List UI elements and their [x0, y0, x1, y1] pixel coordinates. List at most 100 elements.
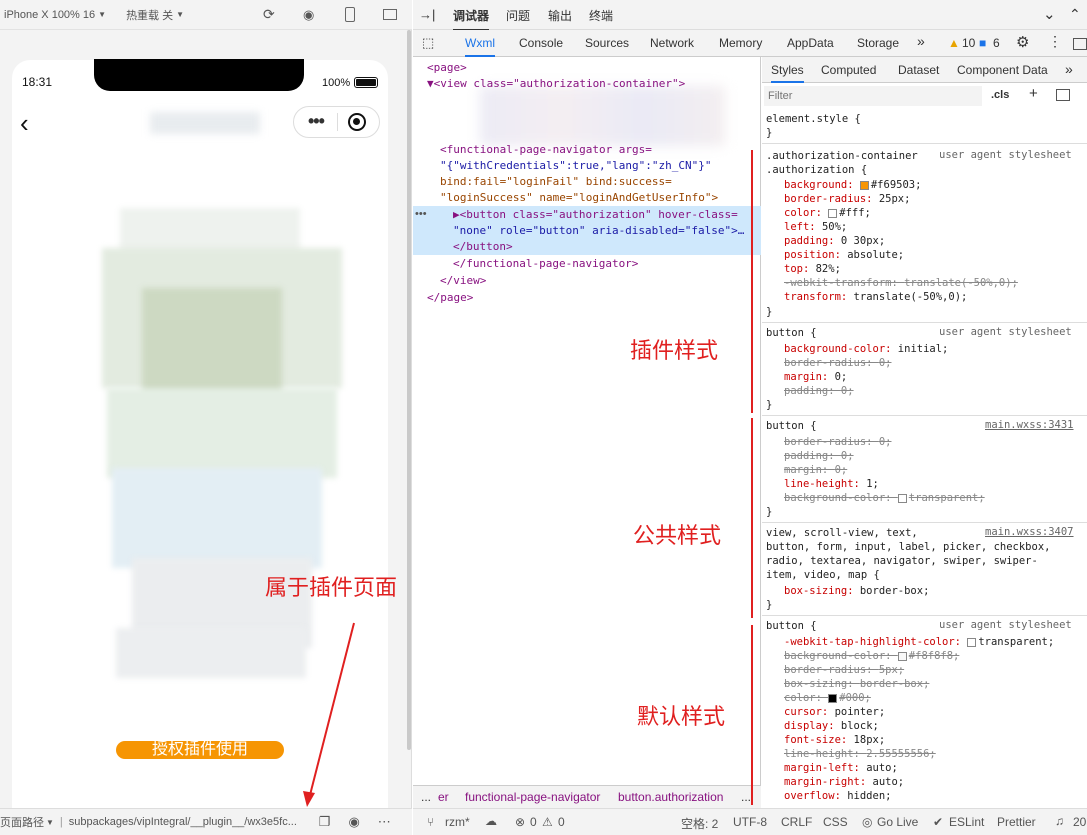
- css-property[interactable]: display: block;: [784, 719, 879, 733]
- branch-name[interactable]: rzm*: [445, 815, 470, 829]
- css-property-name[interactable]: color:: [784, 207, 828, 219]
- css-property-value[interactable]: pointer;: [835, 706, 886, 718]
- css-property[interactable]: line-height: 1;: [784, 477, 879, 491]
- color-swatch[interactable]: [859, 180, 869, 190]
- css-property-value[interactable]: transparent;: [978, 636, 1054, 648]
- chevron-up-icon[interactable]: ⌃: [1069, 6, 1081, 23]
- css-property[interactable]: margin: 0;: [784, 463, 847, 477]
- message-icon[interactable]: ■: [979, 36, 986, 50]
- css-property[interactable]: box-sizing: border-box;: [784, 584, 929, 598]
- warning-count[interactable]: 0: [558, 815, 565, 829]
- color-swatch[interactable]: [897, 493, 907, 503]
- css-property[interactable]: overflow: hidden;: [784, 789, 891, 803]
- sync-icon[interactable]: ☁: [485, 814, 497, 828]
- eslint-button[interactable]: ESLint: [949, 815, 984, 829]
- more-icon[interactable]: •••: [308, 112, 325, 130]
- css-property-value[interactable]: translate(-50%,0);: [854, 291, 968, 303]
- kebab-menu-icon[interactable]: ⋮: [1048, 33, 1062, 50]
- css-property-name[interactable]: -webkit-transform:: [784, 277, 904, 289]
- css-property-name[interactable]: border-radius:: [784, 193, 879, 205]
- css-property[interactable]: background: #f69503;: [784, 178, 921, 192]
- close-mini-program-icon[interactable]: [348, 113, 366, 131]
- language-mode[interactable]: CSS: [823, 815, 848, 829]
- css-property[interactable]: border-radius: 25px;: [784, 192, 910, 206]
- tree-node[interactable]: "{"withCredentials":true,"lang":"zh_CN"}…: [440, 158, 788, 174]
- tab-sources[interactable]: Sources: [585, 36, 629, 50]
- tree-node[interactable]: </page>: [427, 290, 775, 306]
- collapse-panel-icon[interactable]: →|: [419, 7, 435, 22]
- warning-icon[interactable]: ⚠: [542, 815, 553, 829]
- inspect-icon[interactable]: ⬚: [422, 35, 434, 51]
- tree-node[interactable]: <page>: [427, 60, 775, 76]
- gear-icon[interactable]: ⚙: [1016, 33, 1029, 51]
- tree-node[interactable]: ▼<view class="authorization-container">: [427, 76, 775, 92]
- css-property-name[interactable]: color:: [784, 692, 828, 704]
- css-property[interactable]: position: absolute;: [784, 248, 904, 262]
- css-property-value[interactable]: initial;: [898, 343, 949, 355]
- tab-memory[interactable]: Memory: [719, 36, 762, 50]
- css-property-value[interactable]: auto;: [866, 762, 898, 774]
- css-property-value[interactable]: 0;: [841, 450, 854, 462]
- css-property[interactable]: box-sizing: border-box;: [784, 677, 929, 691]
- branch-icon[interactable]: ⑂: [427, 815, 434, 829]
- error-count[interactable]: 0: [530, 815, 537, 829]
- rule1-selector[interactable]: .authorization {: [766, 163, 867, 177]
- tab-styles[interactable]: Styles: [771, 63, 804, 83]
- css-property-value[interactable]: transparent;: [909, 492, 985, 504]
- more-icon[interactable]: ⋯: [378, 814, 391, 830]
- css-property[interactable]: transform: translate(-50%,0);: [784, 290, 967, 304]
- indent-setting[interactable]: 空格: 2: [681, 815, 718, 832]
- css-property-value[interactable]: 0;: [835, 371, 848, 383]
- color-swatch[interactable]: [828, 208, 838, 218]
- css-property-name[interactable]: box-sizing:: [784, 585, 860, 597]
- css-property-value[interactable]: 2.55555556;: [866, 748, 936, 760]
- rule5-selector[interactable]: button {: [766, 619, 817, 633]
- go-live-button[interactable]: Go Live: [877, 815, 918, 829]
- tab-network[interactable]: Network: [650, 36, 694, 50]
- breadcrumb-more[interactable]: ...: [421, 790, 431, 804]
- css-property-name[interactable]: line-height:: [784, 478, 866, 490]
- css-property[interactable]: background-color: transparent;: [784, 491, 985, 505]
- tab-dataset[interactable]: Dataset: [898, 63, 939, 77]
- css-property[interactable]: padding: 0;: [784, 384, 854, 398]
- chevron-down-icon[interactable]: ⌄: [1043, 5, 1056, 23]
- css-property[interactable]: margin-left: auto;: [784, 761, 898, 775]
- css-property-name[interactable]: display:: [784, 720, 841, 732]
- css-property[interactable]: color: #fff;: [784, 206, 871, 220]
- tree-node-selected[interactable]: "none" role="button" aria-disabled="fals…: [453, 223, 753, 239]
- css-property-name[interactable]: padding:: [784, 235, 841, 247]
- golive-icon[interactable]: ◎: [862, 815, 872, 829]
- tab-computed[interactable]: Computed: [821, 63, 876, 77]
- bell-icon[interactable]: ♫: [1055, 814, 1064, 828]
- css-property-name[interactable]: -webkit-tap-highlight-color:: [784, 636, 967, 648]
- phone-icon[interactable]: [345, 7, 355, 22]
- add-rule-icon[interactable]: +: [1029, 85, 1038, 102]
- color-swatch[interactable]: [897, 651, 907, 661]
- css-property-value[interactable]: #f69503;: [871, 179, 922, 191]
- simulator-scrollbar[interactable]: [407, 30, 411, 750]
- more-tabs-icon[interactable]: »: [917, 33, 925, 49]
- css-property-name[interactable]: border-radius:: [784, 664, 879, 676]
- css-property[interactable]: padding: 0 30px;: [784, 234, 885, 248]
- eslint-icon[interactable]: ✔: [933, 815, 943, 829]
- error-icon[interactable]: ⊗: [515, 815, 525, 829]
- css-property-name[interactable]: border-radius:: [784, 357, 879, 369]
- tree-node[interactable]: <functional-page-navigator args=: [440, 142, 788, 158]
- css-property-value[interactable]: 82%;: [816, 263, 841, 275]
- element-style-selector[interactable]: element.style {: [766, 112, 861, 126]
- dock-icon[interactable]: [1073, 38, 1087, 50]
- tab-wxml[interactable]: Wxml: [465, 36, 495, 57]
- tab-console[interactable]: Console: [519, 36, 563, 50]
- css-property-name[interactable]: background:: [784, 179, 860, 191]
- css-property-value[interactable]: 50%;: [822, 221, 847, 233]
- css-property[interactable]: border-radius: 5px;: [784, 663, 904, 677]
- css-property[interactable]: -webkit-tap-highlight-color: transparent…: [784, 635, 1054, 649]
- css-property[interactable]: color: #000;: [784, 691, 871, 705]
- breadcrumb-item[interactable]: functional-page-navigator: [465, 790, 600, 804]
- styles-filter-input[interactable]: [764, 86, 982, 106]
- css-property-name[interactable]: transform:: [784, 291, 854, 303]
- css-property-name[interactable]: top:: [784, 263, 816, 275]
- css-property-name[interactable]: box-sizing:: [784, 678, 860, 690]
- css-property-name[interactable]: cursor:: [784, 706, 835, 718]
- tree-node[interactable]: "loginSuccess" name="loginAndGetUserInfo…: [440, 190, 788, 206]
